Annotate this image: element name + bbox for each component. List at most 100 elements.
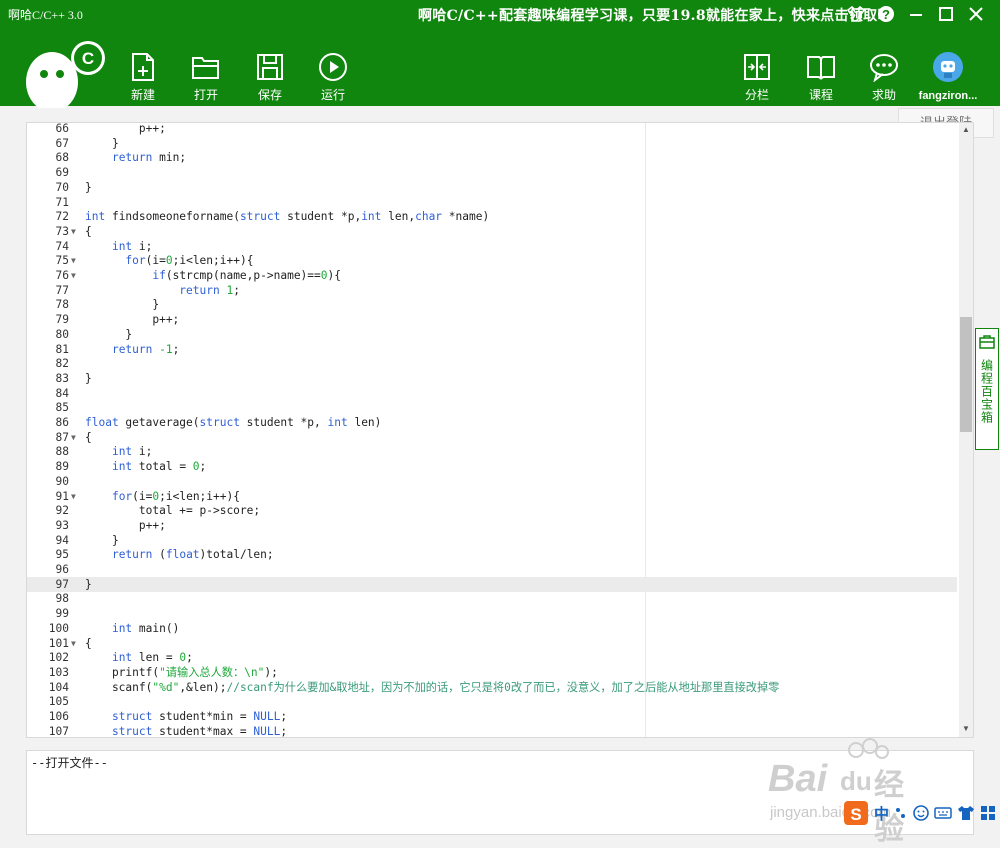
help-icon[interactable]: ? <box>876 4 896 24</box>
line-number: 107 <box>48 724 69 738</box>
fold-toggle-icon[interactable]: ▼ <box>71 268 76 283</box>
ime-lang[interactable]: 中 <box>874 803 889 824</box>
chat-icon <box>870 54 898 82</box>
fold-toggle-icon[interactable]: ▼ <box>71 253 76 268</box>
code-line[interactable]: 97} <box>27 576 957 592</box>
code-line[interactable]: 84 <box>27 386 957 401</box>
new-button[interactable]: 新建 <box>118 52 168 103</box>
code-line[interactable]: 87 ▼ { <box>27 430 957 445</box>
toolbox-grid-icon[interactable] <box>980 805 996 821</box>
run-button[interactable]: 运行 <box>308 52 358 103</box>
svg-text:S: S <box>850 805 861 824</box>
fold-toggle-icon[interactable]: ▼ <box>71 224 76 239</box>
code-text: float getaverage(struct student *p, int … <box>85 416 382 429</box>
play-icon <box>319 53 347 81</box>
code-line[interactable]: 76 ▼ if(strcmp(name,p->name)==0){ <box>27 268 957 283</box>
code-line[interactable]: 72 int findsomeoneforname(struct student … <box>27 209 957 224</box>
code-text: } <box>85 136 119 150</box>
help-request-button[interactable]: 求助 <box>859 52 909 103</box>
fold-toggle-icon[interactable]: ▼ <box>71 489 76 504</box>
code-editor[interactable]: 66 p++; 67 } 68 return min; 69 70} 71 72 int fi… <box>26 122 974 738</box>
code-text: total += p->score; <box>85 504 261 518</box>
line-number: 70 <box>55 180 69 194</box>
code-line[interactable]: 79 p++; <box>27 312 957 327</box>
code-line[interactable]: 95 return (float)total/len; <box>27 547 957 562</box>
maximize-icon[interactable] <box>936 4 956 24</box>
code-line[interactable]: 67 } <box>27 136 957 151</box>
code-line[interactable]: 105 <box>27 694 957 709</box>
emoji-icon[interactable] <box>913 805 929 821</box>
code-line[interactable]: 107 struct student*max = NULL; <box>27 724 957 738</box>
code-line[interactable]: 77 return 1; <box>27 283 957 298</box>
code-line[interactable]: 93 p++; <box>27 518 957 533</box>
code-line[interactable]: 69 <box>27 165 957 180</box>
code-line[interactable]: 94 } <box>27 533 957 548</box>
code-line[interactable]: 82 <box>27 356 957 371</box>
code-line[interactable]: 92 total += p->score; <box>27 503 957 518</box>
line-number: 104 <box>48 680 69 694</box>
punctuation-icon[interactable] <box>894 806 908 820</box>
code-line[interactable]: 88 int i; <box>27 444 957 459</box>
scroll-thumb[interactable] <box>960 317 972 432</box>
code-line[interactable]: 101 ▼ { <box>27 636 957 651</box>
code-text: { <box>85 636 92 650</box>
title-bar: 啊哈C/C++ 3.0 啊哈C/C++配套趣味编程学习课，只要19.8就能在家上… <box>0 0 1000 108</box>
code-line[interactable]: 75 ▼ for(i=0;i<len;i++){ <box>27 253 957 268</box>
user-menu[interactable]: fangziron... <box>918 52 978 102</box>
code-line[interactable]: 103 printf("请输入总人数：\n"); <box>27 665 957 680</box>
line-number: 105 <box>48 695 69 709</box>
code-line[interactable]: 89 int total = 0; <box>27 459 957 474</box>
code-text: int total = 0; <box>111 460 207 474</box>
code-line[interactable]: 78 } <box>27 297 957 312</box>
code-line[interactable]: 90 <box>27 474 957 489</box>
line-number: 86 <box>55 416 69 429</box>
line-number: 98 <box>55 592 69 606</box>
code-line[interactable]: 74 int i; <box>27 239 957 254</box>
code-line[interactable]: 71 <box>27 195 957 210</box>
code-line[interactable]: 73 ▼ { <box>27 224 957 239</box>
code-line[interactable]: 81 return -1; <box>27 342 957 357</box>
code-line[interactable]: 98 <box>27 591 957 606</box>
line-number: 101 <box>48 636 69 650</box>
line-number: 90 <box>55 474 69 488</box>
open-button[interactable]: 打开 <box>181 52 231 103</box>
sogou-logo-icon[interactable]: S <box>843 800 869 826</box>
toolbox-tab[interactable]: 编程百宝箱 <box>975 328 999 450</box>
code-line[interactable]: 100 int main() <box>27 621 957 636</box>
code-line[interactable]: 102 int len = 0; <box>27 650 957 665</box>
line-number: 85 <box>55 401 69 415</box>
keyboard-icon[interactable] <box>934 806 952 820</box>
code-line[interactable]: 80 } <box>27 327 957 342</box>
shirt-icon[interactable] <box>846 4 866 24</box>
line-number: 78 <box>55 298 69 312</box>
fold-toggle-icon[interactable]: ▼ <box>71 430 76 445</box>
code-line[interactable]: 91 ▼ for(i=0;i<len;i++){ <box>27 489 957 504</box>
split-button[interactable]: 分栏 <box>732 52 782 103</box>
code-text: { <box>85 224 92 238</box>
code-line[interactable]: 85 <box>27 400 957 415</box>
save-button[interactable]: 保存 <box>245 52 295 103</box>
code-text: } <box>85 371 92 385</box>
code-line[interactable]: 104 scanf("%d",&len);//scanf为什么要加&取地址，因为… <box>27 680 957 695</box>
code-line[interactable]: 99 <box>27 606 957 621</box>
course-button[interactable]: 课程 <box>796 52 846 103</box>
editor-scrollbar[interactable]: ▲ ▼ <box>959 123 973 737</box>
line-number: 73 <box>55 224 69 238</box>
line-number: 69 <box>55 166 69 180</box>
minimize-icon[interactable] <box>906 4 926 24</box>
skin-shirt-icon[interactable] <box>957 805 975 821</box>
code-line[interactable]: 70} <box>27 180 957 195</box>
scroll-down-icon[interactable]: ▼ <box>962 724 970 733</box>
code-line[interactable]: 96 <box>27 562 957 577</box>
promo-banner[interactable]: 啊哈C/C++配套趣味编程学习课，只要19.8就能在家上，快来点击领取吧 <box>418 5 892 25</box>
close-icon[interactable] <box>966 4 986 24</box>
code-text: } <box>85 533 119 547</box>
fold-toggle-icon[interactable]: ▼ <box>71 636 76 651</box>
code-line[interactable]: 86 float getaverage(struct student *p, in… <box>27 415 957 430</box>
code-line[interactable]: 66 p++; <box>27 123 957 136</box>
code-line[interactable]: 83} <box>27 371 957 386</box>
code-text: } <box>85 180 92 194</box>
code-line[interactable]: 68 return min; <box>27 150 957 165</box>
scroll-up-icon[interactable]: ▲ <box>962 125 970 134</box>
code-line[interactable]: 106 struct student*min = NULL; <box>27 709 957 724</box>
